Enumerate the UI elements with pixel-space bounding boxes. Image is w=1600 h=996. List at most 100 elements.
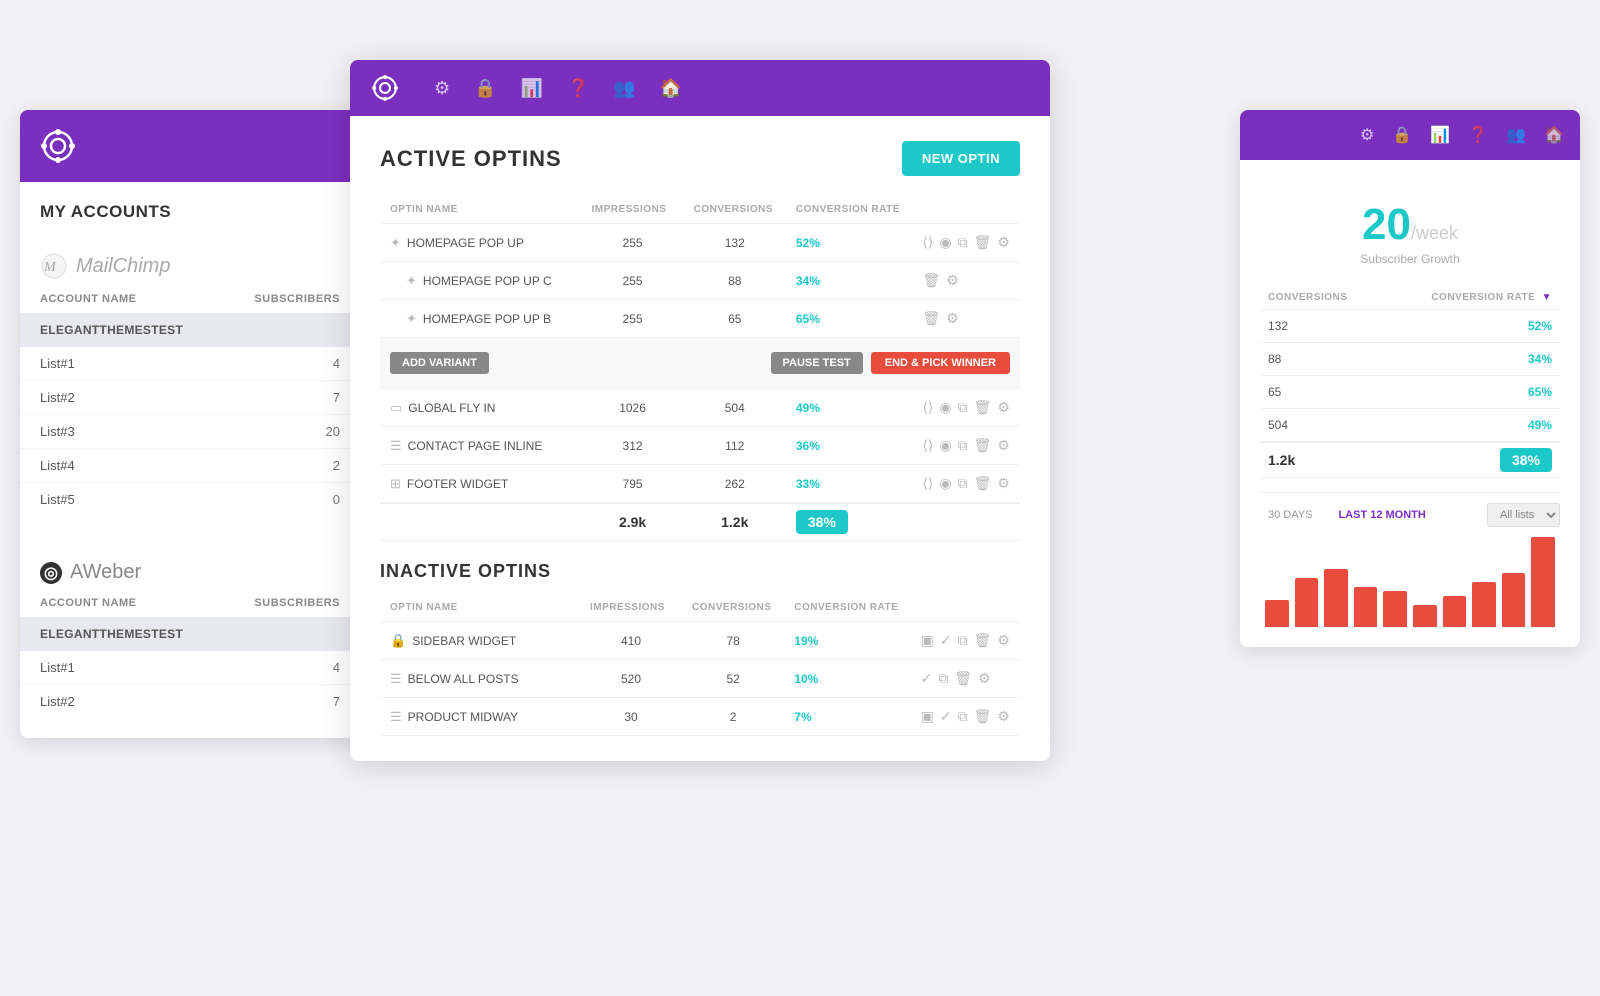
share-icon[interactable]: ⟨⟩ bbox=[922, 437, 933, 454]
logo-icon bbox=[40, 128, 76, 164]
copy-icon[interactable]: ⧉ bbox=[958, 632, 968, 649]
table-row: ☰ PRODUCT MIDWAY 30 2 7% ▣ ✓ ⧉ 🗑 ⚙ bbox=[380, 698, 1020, 736]
settings-row-icon[interactable]: ⚙ bbox=[997, 234, 1010, 251]
copy-icon[interactable]: ⧉ bbox=[958, 437, 968, 454]
right-help-icon[interactable]: ❓ bbox=[1468, 125, 1488, 145]
impressions-cell: 255 bbox=[582, 262, 684, 300]
right-chart-icon[interactable]: 📊 bbox=[1430, 125, 1450, 145]
optin-name-text: HOMEPAGE POP UP C bbox=[423, 274, 552, 288]
list-count: 20 bbox=[326, 424, 340, 439]
view-icon[interactable]: ◉ bbox=[939, 234, 951, 251]
period-12-months[interactable]: LAST 12 MONTH bbox=[1330, 505, 1433, 525]
right-home-icon[interactable]: 🏠 bbox=[1544, 125, 1564, 145]
view-icon[interactable]: ◉ bbox=[939, 399, 951, 416]
actions-cell: ▣ ✓ ⧉ 🗑 ⚙ bbox=[911, 622, 1020, 660]
right-users-icon[interactable]: 👥 bbox=[1506, 125, 1526, 145]
delete-icon[interactable]: 🗑 bbox=[974, 475, 992, 492]
middle-panel: ⚙ 🔒 📊 ❓ 👥 🏠 ACTIVE OPTINS NEW OPTIN OPTI… bbox=[350, 60, 1050, 761]
right-rate: 65% bbox=[1383, 376, 1560, 409]
right-settings-icon[interactable]: ⚙ bbox=[1360, 125, 1374, 145]
optin-name-cell: 🔒 SIDEBAR WIDGET bbox=[380, 622, 580, 660]
delete-icon[interactable]: 🗑 bbox=[974, 708, 992, 725]
mailchimp-logo-area: M MailChimp bbox=[20, 242, 360, 285]
delete-icon[interactable]: 🗑 bbox=[974, 234, 992, 251]
aweber-account-name: ELEGANTTHEMESTEST bbox=[20, 617, 360, 651]
impressions-cell: 30 bbox=[580, 698, 682, 736]
right-rate: 52% bbox=[1383, 310, 1560, 343]
home-icon[interactable]: 🏠 bbox=[660, 78, 682, 99]
delete-icon[interactable]: 🗑 bbox=[974, 632, 992, 649]
pause-test-button[interactable]: PAUSE TEST bbox=[771, 352, 863, 374]
settings-row-icon[interactable]: ⚙ bbox=[946, 310, 959, 327]
copy-icon[interactable]: ⧉ bbox=[958, 708, 968, 725]
settings-row-icon[interactable]: ⚙ bbox=[997, 632, 1010, 649]
rate-cell: 19% bbox=[784, 622, 910, 660]
list-name: List#4 bbox=[40, 458, 75, 473]
check-icon[interactable]: ✓ bbox=[940, 708, 952, 725]
settings-row-icon[interactable]: ⚙ bbox=[997, 475, 1010, 492]
rate-cell: 10% bbox=[784, 660, 910, 698]
help-icon[interactable]: ❓ bbox=[567, 78, 589, 99]
delete-icon[interactable]: 🗑 bbox=[974, 399, 992, 416]
growth-label: Subscriber Growth bbox=[1260, 252, 1560, 266]
copy-icon[interactable]: ⧉ bbox=[958, 475, 968, 492]
period-30-days[interactable]: 30 DAYS bbox=[1260, 505, 1320, 525]
share-icon[interactable]: ⟨⟩ bbox=[922, 234, 933, 251]
settings-row-icon[interactable]: ⚙ bbox=[978, 670, 991, 687]
chart-bar bbox=[1413, 605, 1437, 628]
share-icon[interactable]: ⟨⟩ bbox=[922, 399, 933, 416]
settings-row-icon[interactable]: ⚙ bbox=[997, 708, 1010, 725]
chart-bar bbox=[1295, 578, 1319, 628]
right-conversions: 132 bbox=[1260, 310, 1383, 343]
list-name: List#2 bbox=[40, 390, 75, 405]
new-optin-button[interactable]: NEW OPTIN bbox=[902, 141, 1020, 176]
optin-name-text: CONTACT PAGE INLINE bbox=[408, 439, 543, 453]
end-pick-winner-button[interactable]: END & PICK WINNER bbox=[871, 352, 1010, 374]
inline-icon: ☰ bbox=[390, 709, 402, 725]
users-icon[interactable]: 👥 bbox=[613, 78, 635, 99]
copy-icon[interactable]: ⧉ bbox=[938, 670, 948, 687]
settings-icon[interactable]: ⚙ bbox=[434, 78, 450, 99]
col-header-conversions: CONVERSIONS bbox=[682, 594, 784, 622]
activate-icon[interactable]: ▣ bbox=[921, 632, 934, 649]
right-total-conversions: 1.2k bbox=[1260, 442, 1383, 478]
settings-row-icon[interactable]: ⚙ bbox=[997, 399, 1010, 416]
view-icon[interactable]: ◉ bbox=[939, 475, 951, 492]
conversions-cell: 78 bbox=[682, 622, 784, 660]
mailchimp-section: M MailChimp ACCOUNT NAME SUBSCRIBERS ELE… bbox=[20, 232, 360, 536]
activate-icon[interactable]: ▣ bbox=[921, 708, 934, 725]
list-count: 4 bbox=[333, 660, 340, 675]
list-name: List#3 bbox=[40, 424, 75, 439]
delete-icon[interactable]: 🗑 bbox=[922, 272, 940, 289]
chart-icon[interactable]: 📊 bbox=[521, 78, 543, 99]
lock-icon[interactable]: 🔒 bbox=[474, 78, 496, 99]
impressions-cell: 255 bbox=[582, 300, 684, 338]
right-conversions: 88 bbox=[1260, 343, 1383, 376]
rate-cell: 52% bbox=[786, 224, 913, 262]
list-filter-select[interactable]: All lists bbox=[1487, 503, 1560, 527]
total-conversions: 1.2k bbox=[684, 503, 786, 541]
settings-row-icon[interactable]: ⚙ bbox=[997, 437, 1010, 454]
rate-cell: 33% bbox=[786, 465, 913, 504]
mailchimp-account-name: ELEGANTTHEMESTEST bbox=[20, 313, 360, 347]
right-conversions: 504 bbox=[1260, 409, 1383, 443]
rate-cell: 49% bbox=[786, 389, 913, 427]
share-icon[interactable]: ⟨⟩ bbox=[922, 475, 933, 492]
copy-icon[interactable]: ⧉ bbox=[958, 399, 968, 416]
view-icon[interactable]: ◉ bbox=[939, 437, 951, 454]
right-total-rate: 38% bbox=[1383, 442, 1560, 478]
chart-container bbox=[1260, 527, 1560, 627]
check-icon[interactable]: ✓ bbox=[921, 670, 933, 687]
list-count: 7 bbox=[333, 694, 340, 709]
check-icon[interactable]: ✓ bbox=[940, 632, 952, 649]
right-col-rate: CONVERSION RATE ▼ bbox=[1383, 286, 1560, 310]
copy-icon[interactable]: ⧉ bbox=[958, 234, 968, 251]
inline-icon: ☰ bbox=[390, 438, 402, 454]
delete-icon[interactable]: 🗑 bbox=[974, 437, 992, 454]
settings-row-icon[interactable]: ⚙ bbox=[946, 272, 959, 289]
delete-icon[interactable]: 🗑 bbox=[954, 670, 972, 687]
right-lock-icon[interactable]: 🔒 bbox=[1392, 125, 1412, 145]
delete-icon[interactable]: 🗑 bbox=[922, 310, 940, 327]
rate-cell: 34% bbox=[786, 262, 913, 300]
add-variant-button[interactable]: ADD VARIANT bbox=[390, 352, 489, 374]
